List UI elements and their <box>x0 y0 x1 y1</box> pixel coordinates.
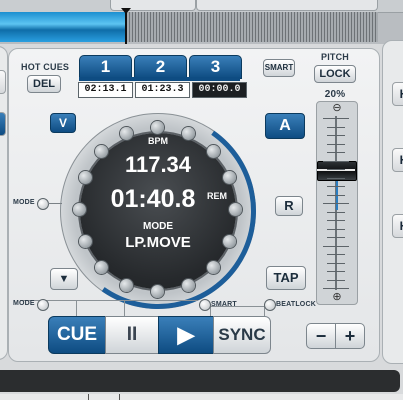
waveform-tab <box>196 0 378 11</box>
right-side-button[interactable]: H <box>392 82 403 106</box>
jog-bolt <box>229 203 242 216</box>
hot-cue-button-2[interactable]: 2 <box>134 55 187 79</box>
jog-bolt <box>223 171 236 184</box>
right-side-button[interactable]: H <box>392 148 403 172</box>
pause-button[interactable]: II <box>105 316 159 354</box>
remain-label: REM <box>207 191 227 201</box>
play-button[interactable]: ▶ <box>158 316 214 354</box>
jog-bolt <box>73 203 86 216</box>
pitch-tick <box>327 194 345 196</box>
bpm-value: 117.34 <box>124 152 192 177</box>
hot-cue-delete-button[interactable]: DEL <box>27 75 61 93</box>
playhead-marker[interactable] <box>121 8 131 44</box>
waveform-remaining <box>126 12 378 42</box>
pitch-tick <box>327 237 345 238</box>
jog-bolt <box>151 285 164 298</box>
pitch-tick <box>327 169 345 170</box>
hot-cue-button-3[interactable]: 3 <box>189 55 242 79</box>
pitch-title: PITCH <box>321 52 349 62</box>
left-side-button[interactable] <box>0 112 6 136</box>
jog-bolt <box>95 145 108 158</box>
pitch-tick <box>327 254 345 255</box>
bottom-divider <box>88 394 120 400</box>
nudge-plus-button[interactable]: + <box>335 323 365 349</box>
pitch-tick <box>327 220 345 221</box>
smart-bottom-label: SMART <box>211 301 237 308</box>
pitch-range-label: 20% <box>324 89 346 100</box>
pitch-tick <box>327 143 345 145</box>
jog-bolt <box>207 261 220 274</box>
hot-cue-time-2: 01:23.3 <box>135 82 190 98</box>
hot-cue-time-3: 00:00.0 <box>192 82 247 98</box>
pitch-tick <box>327 177 345 179</box>
pitch-tick <box>327 271 345 272</box>
jog-bolt <box>151 121 164 134</box>
mode-side-label: MODE <box>13 199 35 206</box>
jog-bolt <box>79 171 92 184</box>
pitch-plus-icon[interactable]: ⊕ <box>332 292 342 303</box>
nudge-minus-button[interactable]: − <box>306 323 336 349</box>
jog-bolt <box>182 279 195 292</box>
bpm-label: BPM <box>148 136 168 146</box>
pitch-tick <box>327 228 345 230</box>
pitch-tick <box>327 152 345 153</box>
jog-bolt <box>223 235 236 248</box>
hot-cue-time-1: 02:13.1 <box>78 82 133 98</box>
jog-mode-label: MODE <box>143 221 173 232</box>
cue-button[interactable]: CUE <box>48 316 106 354</box>
mode-radio[interactable] <box>37 198 49 210</box>
reverse-button[interactable]: R <box>275 196 303 216</box>
jog-bolt <box>95 261 108 274</box>
pitch-lock-button[interactable]: LOCK <box>314 65 356 83</box>
pitch-tick <box>323 203 349 204</box>
hot-cue-bar <box>79 77 240 81</box>
routing-line <box>76 300 77 316</box>
tap-button[interactable]: TAP <box>266 266 306 290</box>
beatlock-radio[interactable] <box>264 299 276 311</box>
left-side-button[interactable] <box>0 70 6 94</box>
time-value: 01:40.8 <box>110 185 196 213</box>
pitch-minus-icon[interactable]: ⊖ <box>332 103 342 114</box>
pitch-tick <box>327 211 345 213</box>
bottom-strip <box>0 394 403 400</box>
pitch-tick <box>323 118 349 119</box>
jog-bolt <box>120 279 133 292</box>
smart-radio[interactable] <box>199 299 211 311</box>
pitch-tick <box>323 245 349 247</box>
hot-cue-button-1[interactable]: 1 <box>79 55 132 79</box>
jog-mode-value: LP.MOVE <box>125 234 191 251</box>
pitch-tick <box>327 135 345 136</box>
sync-button[interactable]: SYNC <box>213 316 271 354</box>
waveform-overview[interactable] <box>0 0 403 44</box>
pitch-tick <box>327 279 345 281</box>
waveform-played <box>0 12 126 42</box>
routing-line <box>124 300 125 316</box>
pitch-tick <box>327 126 345 128</box>
bottom-toolbar <box>0 370 400 392</box>
mode-bottom-radio[interactable] <box>37 299 49 311</box>
eject-button[interactable]: ▼ <box>50 268 78 290</box>
beatlock-label: BEATLOCK <box>276 301 316 308</box>
mode-connector <box>48 203 62 204</box>
pitch-tick <box>327 262 345 264</box>
pitch-tick <box>323 288 349 289</box>
mode-bottom-label: MODE <box>13 300 35 307</box>
jog-bolt <box>79 235 92 248</box>
right-side-button[interactable]: H <box>392 214 403 238</box>
auto-button[interactable]: A <box>265 113 305 139</box>
jog-bolt <box>207 145 220 158</box>
smart-button[interactable]: SMART <box>263 59 295 77</box>
vinyl-button[interactable]: V <box>50 113 76 133</box>
pitch-tick <box>327 186 345 187</box>
hot-cues-title: HOT CUES <box>21 62 70 72</box>
pitch-tick <box>323 160 349 162</box>
